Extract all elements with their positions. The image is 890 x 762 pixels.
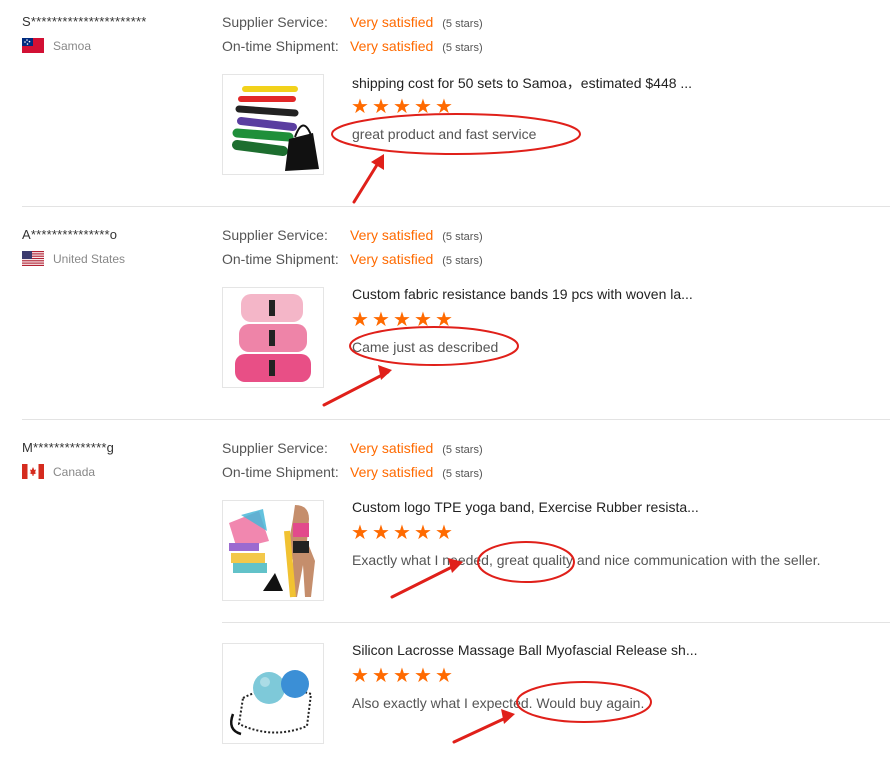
product-title[interactable]: Custom logo TPE yoga band, Exercise Rubb… <box>352 499 699 515</box>
star-icon: ★ <box>351 309 369 331</box>
review-comment: Exactly what I needed, great quality and… <box>352 552 821 568</box>
buyer-country: Samoa <box>22 38 91 53</box>
buyer-name: S********************** <box>22 14 147 29</box>
rating-stars-text: (5 stars) <box>442 18 483 30</box>
review-comment: Came just as described <box>352 339 499 355</box>
product-star-rating: ★ ★ ★ ★ ★ <box>351 665 455 687</box>
country-label: Canada <box>53 464 96 479</box>
arrowhead-icon <box>501 709 515 724</box>
product-image[interactable] <box>222 500 324 601</box>
rating-label: On-time Shipment: <box>222 251 339 267</box>
star-icon: ★ <box>414 96 432 118</box>
supplier-service-rating: Supplier Service: Very satisfied (5 star… <box>222 14 483 30</box>
review-divider <box>22 206 890 207</box>
star-icon: ★ <box>393 96 411 118</box>
rating-stars-text: (5 stars) <box>442 42 483 54</box>
on-time-shipment-rating: On-time Shipment: Very satisfied (5 star… <box>222 251 483 267</box>
product-star-rating: ★ ★ ★ ★ ★ <box>351 309 455 331</box>
rating-value: Very satisfied <box>350 38 434 54</box>
product-title[interactable]: Silicon Lacrosse Massage Ball Myofascial… <box>352 642 698 658</box>
star-icon: ★ <box>414 665 432 687</box>
rating-stars-text: (5 stars) <box>442 231 483 243</box>
arrow-icon <box>390 562 460 599</box>
buyer-name: A***************o <box>22 227 118 242</box>
star-icon: ★ <box>435 96 453 118</box>
fabric-bands-icon <box>235 294 311 382</box>
star-icon: ★ <box>435 309 453 331</box>
product-image[interactable] <box>222 643 324 744</box>
on-time-shipment-rating: On-time Shipment: Very satisfied (5 star… <box>222 464 483 480</box>
review-divider <box>22 419 890 420</box>
review-comment: Also exactly what I expected. Would buy … <box>352 695 645 711</box>
product-star-rating: ★ ★ ★ ★ ★ <box>351 522 455 544</box>
canada-flag-icon <box>22 464 44 479</box>
product-image[interactable] <box>222 74 324 175</box>
star-icon: ★ <box>393 665 411 687</box>
star-icon: ★ <box>393 522 411 544</box>
rating-label: Supplier Service: <box>222 440 328 456</box>
country-label: Samoa <box>53 38 92 53</box>
star-icon: ★ <box>351 96 369 118</box>
rating-value: Very satisfied <box>350 464 434 480</box>
rating-value: Very satisfied <box>350 227 434 243</box>
yoga-band-icon <box>229 505 315 598</box>
supplier-service-rating: Supplier Service: Very satisfied (5 star… <box>222 440 483 456</box>
rating-value: Very satisfied <box>350 440 434 456</box>
star-icon: ★ <box>351 522 369 544</box>
massage-ball-icon <box>230 670 313 736</box>
rating-stars-text: (5 stars) <box>442 255 483 267</box>
review-comment: great product and fast service <box>352 126 537 142</box>
samoa-flag-icon <box>22 38 44 53</box>
arrow-icon <box>322 370 390 407</box>
product-title[interactable]: Custom fabric resistance bands 19 pcs wi… <box>352 286 693 302</box>
rating-label: Supplier Service: <box>222 14 328 30</box>
star-icon: ★ <box>351 665 369 687</box>
product-image[interactable] <box>222 287 324 388</box>
arrow-icon <box>352 158 382 204</box>
rating-stars-text: (5 stars) <box>442 468 483 480</box>
star-icon: ★ <box>372 665 390 687</box>
buyer-name: M**************g <box>22 440 115 455</box>
rating-stars-text: (5 stars) <box>442 444 483 456</box>
rating-label: On-time Shipment: <box>222 464 339 480</box>
rating-value: Very satisfied <box>350 14 434 30</box>
star-icon: ★ <box>372 522 390 544</box>
buyer-country: Canada <box>22 464 95 479</box>
arrowhead-icon <box>371 154 384 170</box>
star-icon: ★ <box>435 665 453 687</box>
resistance-bands-icon <box>232 86 319 171</box>
rating-label: Supplier Service: <box>222 227 328 243</box>
rating-value: Very satisfied <box>350 251 434 267</box>
country-label: United States <box>53 251 126 266</box>
star-icon: ★ <box>372 96 390 118</box>
product-star-rating: ★ ★ ★ ★ ★ <box>351 96 455 118</box>
rating-label: On-time Shipment: <box>222 38 339 54</box>
star-icon: ★ <box>414 309 432 331</box>
on-time-shipment-rating: On-time Shipment: Very satisfied (5 star… <box>222 38 483 54</box>
arrowhead-icon <box>378 365 392 380</box>
product-title[interactable]: shipping cost for 50 sets to Samoa，estim… <box>352 73 692 93</box>
arrow-icon <box>452 714 512 744</box>
usa-flag-icon <box>22 251 44 266</box>
star-icon: ★ <box>435 522 453 544</box>
star-icon: ★ <box>372 309 390 331</box>
buyer-country: United States <box>22 251 125 266</box>
star-icon: ★ <box>414 522 432 544</box>
star-icon: ★ <box>393 309 411 331</box>
supplier-service-rating: Supplier Service: Very satisfied (5 star… <box>222 227 483 243</box>
item-divider <box>222 622 890 623</box>
